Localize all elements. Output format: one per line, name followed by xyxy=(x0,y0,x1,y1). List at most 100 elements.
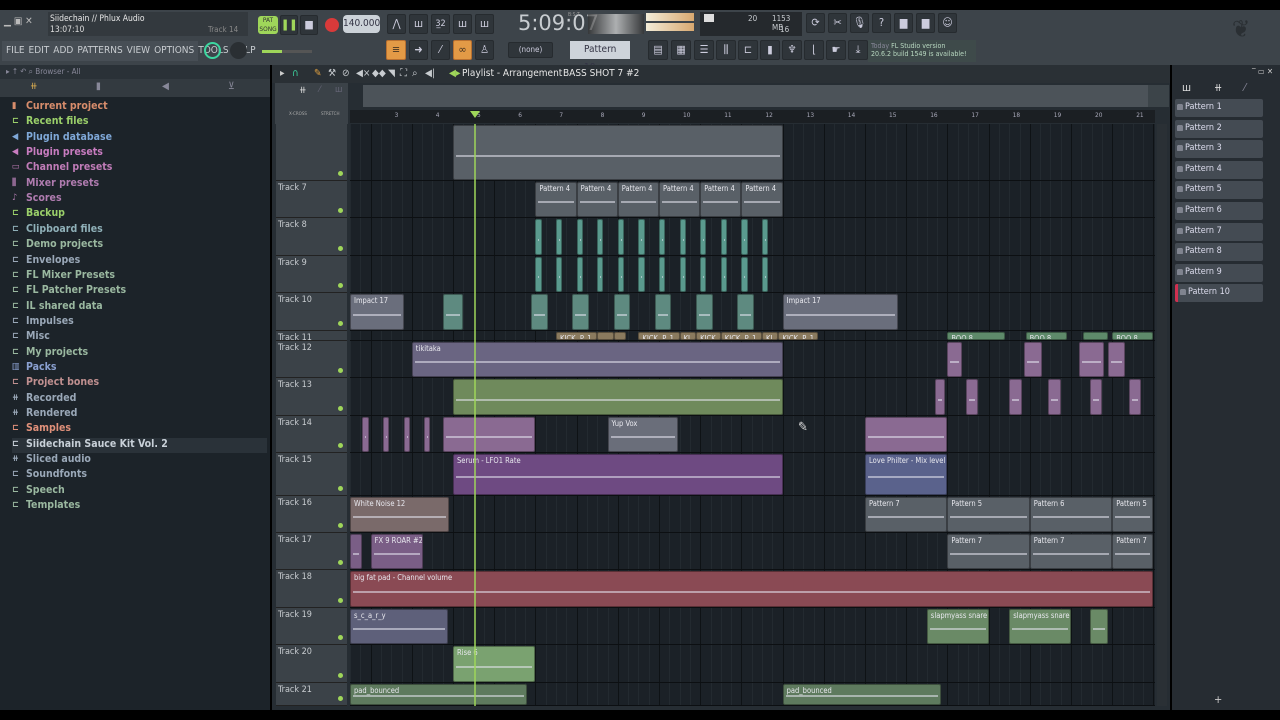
playlist-clip[interactable]: slapmyass snare xyxy=(926,609,989,644)
plugin-icon[interactable]: ♆ xyxy=(782,40,802,60)
playlist-clip[interactable] xyxy=(613,332,627,340)
playlist-clip[interactable] xyxy=(638,257,645,292)
playlist-menu-arrow-icon[interactable]: ▸ xyxy=(280,65,285,83)
playlist-clip[interactable]: s_c_a_r_y xyxy=(350,609,449,644)
playlist-clip[interactable]: KICK.. xyxy=(696,332,721,340)
playlist-clip[interactable]: Yup Vox xyxy=(607,417,678,452)
zoom-tool-icon[interactable]: ⌕ xyxy=(412,65,418,83)
playlist-clip[interactable] xyxy=(762,257,769,292)
track-led[interactable] xyxy=(338,443,343,448)
chat-icon[interactable]: ☺ xyxy=(938,13,957,33)
track-header[interactable]: Track 10 xyxy=(276,293,347,331)
link-icon[interactable]: ∞ xyxy=(453,40,472,60)
pattern-item[interactable]: Pattern 5 xyxy=(1175,181,1263,200)
mixer-icon[interactable]: ⫼ xyxy=(716,40,736,60)
playlist-clip[interactable] xyxy=(762,219,769,255)
track-led[interactable] xyxy=(338,673,343,678)
playlist-clip[interactable]: KICK..P_1 xyxy=(638,332,680,340)
pencil-icon[interactable]: ⁄ xyxy=(431,40,450,60)
playlist-clip[interactable]: Pattern 7 xyxy=(1029,534,1113,569)
playlist-clip[interactable] xyxy=(741,219,748,255)
pattern-item[interactable]: Pattern 6 xyxy=(1175,202,1263,220)
playlist-clip[interactable] xyxy=(572,294,589,330)
playhead[interactable] xyxy=(473,124,476,706)
playlist-clip[interactable] xyxy=(737,294,754,330)
playlist-clip[interactable]: Pattern 4 xyxy=(535,182,577,217)
playlist-clip[interactable] xyxy=(535,257,542,292)
pattern-item[interactable]: Pattern 2 xyxy=(1175,119,1263,138)
wait-input-icon[interactable]: ш xyxy=(409,14,428,34)
overview-scrollbar[interactable] xyxy=(363,85,1169,107)
browser-tab-plugins-icon[interactable]: ◀ xyxy=(162,81,169,92)
track-header[interactable]: Track 15 xyxy=(276,453,347,496)
undo-icon[interactable]: ⟳ xyxy=(806,13,825,33)
playlist-clip[interactable]: Impact 17 xyxy=(350,294,404,330)
browser-item-project-bones[interactable]: ⊏ Project bones xyxy=(12,376,267,391)
slip-tool-icon[interactable]: ◆◆ xyxy=(372,65,386,83)
countdown-icon[interactable]: 3̲2 xyxy=(431,14,450,34)
playlist-clip[interactable]: Pattern 4 xyxy=(659,182,701,217)
typing-keyboard-icon[interactable]: ♙ xyxy=(475,40,494,60)
playlist-clip[interactable] xyxy=(617,257,624,292)
playlist-clip[interactable] xyxy=(659,257,666,292)
master-volume-knob[interactable] xyxy=(204,42,221,59)
piano-roll-icon[interactable]: ▦ xyxy=(671,40,691,60)
audio-clip-icon[interactable]: ⧺ xyxy=(299,85,307,96)
browser-item-templates[interactable]: ⊏ Templates xyxy=(12,499,267,514)
playlist-clip[interactable] xyxy=(965,379,979,415)
picker-automation-icon[interactable]: ⁄ xyxy=(1244,81,1246,94)
magnet-snap-icon[interactable]: ∩ xyxy=(292,65,299,83)
playlist-clip[interactable]: KICK..P_1 xyxy=(778,332,818,340)
download-icon[interactable]: ⤓ xyxy=(848,40,868,60)
playlist-clip[interactable] xyxy=(576,219,583,255)
playlist-clip[interactable]: Pattern 5 xyxy=(1112,497,1154,532)
track-header[interactable]: Track 14 xyxy=(276,416,347,453)
help-icon[interactable]: ? xyxy=(872,13,891,33)
playlist-clip[interactable] xyxy=(720,257,727,292)
playlist-clip[interactable] xyxy=(720,219,727,255)
menu-file[interactable]: FILE xyxy=(6,45,25,56)
news-panel[interactable]: Today FL Studio version 20.6.2 build 1549… xyxy=(868,40,976,62)
browser-item-sliced-audio[interactable]: ⧺ Sliced audio xyxy=(12,453,267,468)
cut-icon[interactable]: ✂ xyxy=(828,13,847,33)
tempo-tapper-icon[interactable]: ☛ xyxy=(826,40,846,60)
track-led[interactable] xyxy=(338,321,343,326)
playlist-clip[interactable]: tikitaka xyxy=(411,342,783,377)
track-header[interactable]: Track 13 xyxy=(276,378,347,416)
browser-item-fl-mixer-presets[interactable]: ⊏ FL Mixer Presets xyxy=(12,269,267,284)
current-clip-name[interactable]: BASS SHOT 7 #2 xyxy=(563,65,639,83)
playlist-clip[interactable] xyxy=(1089,379,1102,415)
pat-song-toggle[interactable]: PAT SONG xyxy=(258,16,278,34)
browser-item-clipboard-files[interactable]: ⊏ Clipboard files xyxy=(12,223,267,238)
track-header[interactable]: Track 12 xyxy=(276,341,347,378)
record-button[interactable] xyxy=(325,18,339,32)
playlist-clip[interactable] xyxy=(453,125,783,180)
playlist-clip[interactable]: Pattern 4 xyxy=(617,182,659,217)
pattern-item[interactable]: Pattern 9 xyxy=(1175,263,1263,282)
pattern-icon[interactable]: ш xyxy=(335,85,342,95)
pattern-item[interactable]: Pattern 1 xyxy=(1175,99,1263,117)
playlist-clip[interactable]: slapmyass snare xyxy=(1009,609,1071,644)
playlist-clip[interactable] xyxy=(1048,379,1061,415)
browser-item-channel-presets[interactable]: ▭ Channel presets xyxy=(12,161,267,176)
playlist-clip[interactable] xyxy=(741,257,748,292)
draw-tool-icon[interactable]: ✎ xyxy=(314,65,322,83)
playlist-clip[interactable] xyxy=(638,219,645,255)
menu-options[interactable]: OPTIONS xyxy=(154,45,194,56)
delete-tool-icon[interactable]: ⊘ xyxy=(342,65,350,83)
track-led[interactable] xyxy=(338,171,343,176)
browser-tab-packs-icon[interactable]: ⊻ xyxy=(228,81,235,92)
playlist-clip[interactable] xyxy=(1128,379,1142,415)
playlist-grid[interactable]: Pattern 4 Pattern 4 Pattern 4 Pattern 4 Patt… xyxy=(350,124,1155,706)
time-format[interactable]: B:S:T xyxy=(568,12,580,18)
playlist-clip[interactable] xyxy=(1083,332,1109,340)
browser-icon[interactable]: ⊏ xyxy=(738,40,758,60)
master-pitch-knob[interactable] xyxy=(230,42,247,59)
picker-patterns-icon[interactable]: ш xyxy=(1182,81,1191,94)
microphone-icon[interactable]: 🎙 xyxy=(850,13,869,33)
channel-select[interactable]: (none) xyxy=(508,42,553,58)
track-header[interactable]: Track 11 xyxy=(276,331,347,343)
mute-tool-icon[interactable]: ◀× xyxy=(356,65,370,83)
playlist-clip[interactable] xyxy=(1108,342,1125,377)
playlist-clip[interactable]: BOO 8 xyxy=(947,332,1006,340)
